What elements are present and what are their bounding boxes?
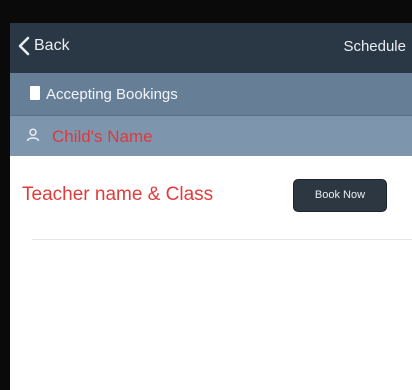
navigation-bar: Back Schedule bbox=[10, 23, 412, 73]
back-button[interactable]: Back bbox=[18, 36, 70, 56]
child-name-field[interactable]: Child's Name bbox=[10, 116, 412, 156]
person-icon bbox=[26, 128, 40, 142]
app-screen: Back Schedule Accepting Bookings Child's… bbox=[10, 23, 412, 390]
booking-status-label: Accepting Bookings bbox=[46, 86, 178, 103]
child-name-placeholder: Child's Name bbox=[52, 127, 153, 146]
teacher-class-label: Teacher name & Class bbox=[22, 184, 214, 205]
book-now-button[interactable]: Book Now bbox=[293, 179, 387, 212]
device-frame: Back Schedule Accepting Bookings Child's… bbox=[0, 0, 412, 390]
chevron-left-icon bbox=[18, 36, 30, 56]
booking-status-bar: Accepting Bookings bbox=[10, 73, 412, 116]
row-divider bbox=[32, 239, 412, 240]
teacher-class-row: Teacher name & Class Book Now bbox=[10, 156, 412, 240]
document-icon bbox=[30, 86, 40, 100]
schedule-link[interactable]: Schedule bbox=[343, 38, 406, 55]
back-label: Back bbox=[34, 37, 70, 54]
